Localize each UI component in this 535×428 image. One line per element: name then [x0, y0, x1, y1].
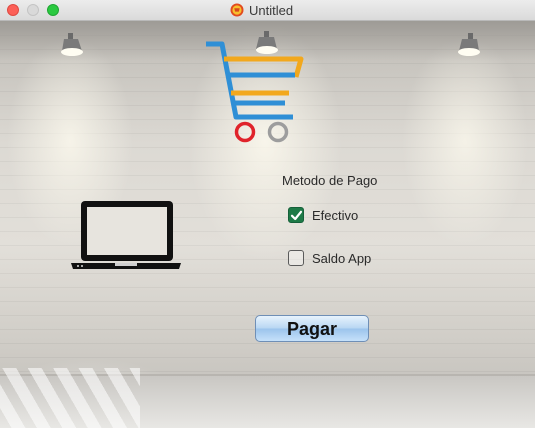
main-content: Metodo de Pago Efectivo Saldo App Pagar — [0, 21, 535, 428]
cash-option[interactable]: Efectivo — [288, 205, 358, 225]
spotlight-left-icon — [58, 33, 88, 59]
app-window: Untitled Metodo de Pago Efectivo Saldo A… — [0, 0, 535, 428]
cash-option-label[interactable]: Efectivo — [312, 208, 358, 223]
shopping-cart-icon — [203, 41, 305, 145]
title-bar[interactable]: Untitled — [0, 0, 535, 21]
checkmark-icon — [290, 210, 303, 221]
window-light-reflection — [0, 368, 140, 428]
spotlight-right-icon — [453, 33, 483, 59]
minimize-window-button[interactable] — [27, 4, 39, 16]
app-balance-checkbox[interactable] — [288, 250, 304, 266]
laptop-icon — [71, 199, 181, 271]
maximize-window-button[interactable] — [47, 4, 59, 16]
pay-button[interactable]: Pagar — [255, 315, 369, 342]
window-title-text: Untitled — [249, 2, 294, 18]
app-balance-option-label[interactable]: Saldo App — [312, 251, 371, 266]
payment-method-label: Metodo de Pago — [282, 173, 378, 188]
window-title: Untitled — [230, 2, 293, 18]
close-window-button[interactable] — [7, 4, 19, 16]
app-balance-option[interactable]: Saldo App — [288, 248, 371, 268]
cash-checkbox[interactable] — [288, 207, 304, 223]
app-badge-icon — [230, 3, 244, 17]
